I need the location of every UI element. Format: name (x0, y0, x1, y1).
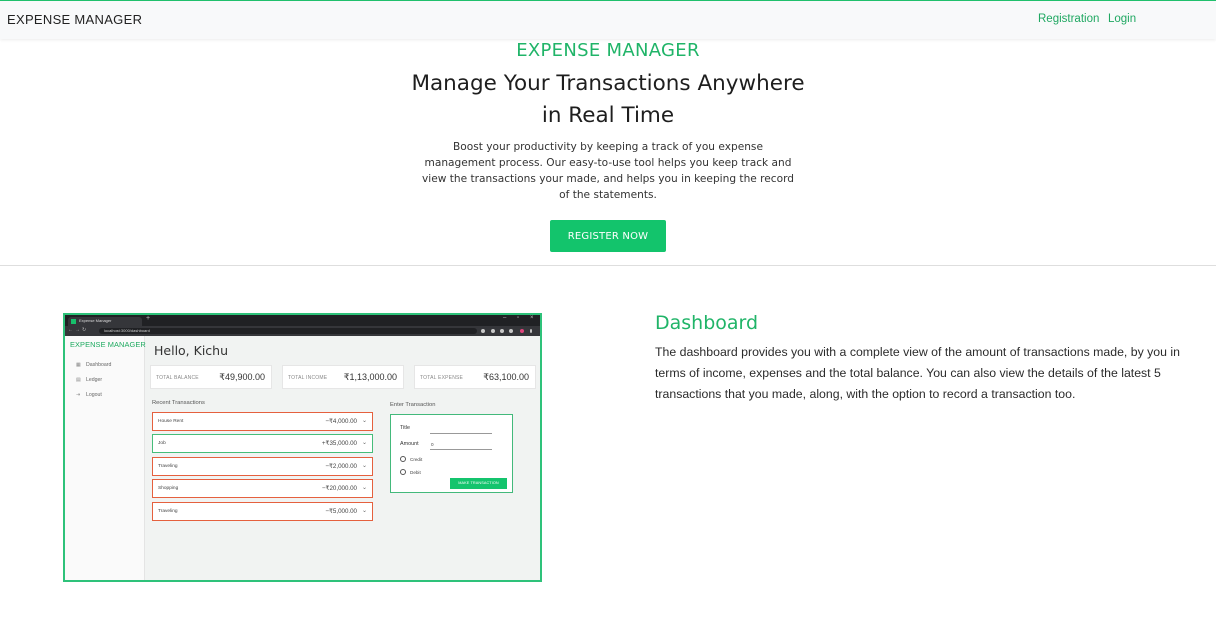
logout-icon: ⇥ (76, 392, 81, 398)
transaction-item: House Rent −₹4,000.00 ⌄ (152, 412, 373, 431)
close-icon: × (530, 315, 534, 321)
sidebar-item-label: Logout (86, 392, 102, 398)
transaction-amount: −₹4,000.00 (325, 418, 357, 425)
stat-label: TOTAL INCOME (288, 375, 328, 381)
sidebar-item-ledger: ▤ Ledger (76, 377, 102, 383)
transaction-item: Job +₹35,000.00 ⌄ (152, 434, 373, 453)
section-divider (0, 265, 1216, 266)
menu-icon (530, 329, 532, 333)
sidebar-item-logout: ⇥ Logout (76, 392, 102, 398)
make-transaction-button: MAKE TRANSACTION (450, 478, 507, 489)
transaction-title: Job (158, 441, 166, 446)
stat-total-balance: TOTAL BALANCE ₹49,900.00 (150, 365, 272, 389)
top-navbar: EXPENSE MANAGER Registration Login (0, 0, 1216, 39)
new-tab-icon: + (146, 315, 151, 322)
recent-transactions-title: Recent Transactions (152, 400, 205, 406)
credit-radio-label: Credit (410, 457, 423, 462)
chevron-down-icon: ⌄ (361, 485, 367, 491)
chevron-down-icon: ⌄ (361, 440, 367, 446)
title-label: Title (400, 425, 410, 431)
register-now-button[interactable]: REGISTER NOW (550, 220, 666, 252)
extension-icon (509, 329, 513, 333)
greeting: Hello, Kichu (154, 343, 229, 358)
dashboard-section-description: The dashboard provides you with a comple… (655, 345, 1180, 401)
browser-nav-icons: ←→↻ (68, 327, 89, 333)
transaction-item: Traveling −₹5,000.00 ⌄ (152, 502, 373, 521)
amount-label: Amount (400, 441, 419, 447)
transaction-form: Title Amount 0 Credit Debit MAKE TRANSAC… (390, 414, 513, 493)
transaction-item: Shopping −₹20,000.00 ⌄ (152, 479, 373, 498)
stat-value: ₹49,900.00 (219, 372, 265, 382)
stat-total-income: TOTAL INCOME ₹1,13,000.00 (282, 365, 404, 389)
ledger-icon: ▤ (76, 377, 81, 383)
sidebar-item-dashboard: ▦ Dashboard (76, 362, 111, 368)
browser-tab: Expense Manager (68, 317, 142, 326)
dashboard-section-title: Dashboard (655, 312, 759, 334)
sidebar-item-label: Ledger (86, 377, 103, 383)
app-sidebar: EXPENSE MANAGER ▦ Dashboard ▤ Ledger ⇥ Logo… (65, 336, 146, 580)
stat-value: ₹63,100.00 (483, 372, 529, 382)
chevron-down-icon: ⌄ (361, 463, 367, 469)
credit-radio (400, 456, 406, 462)
favicon-icon (71, 319, 76, 324)
stat-label: TOTAL EXPENSE (420, 375, 464, 381)
browser-url: localhost:3000/dashboard (99, 328, 477, 334)
dashboard-screenshot: Expense Manager + – ▫ × ←→↻ localhost:30… (63, 313, 542, 582)
amount-input (430, 449, 492, 450)
chevron-down-icon: ⌄ (361, 508, 367, 514)
app-brand: EXPENSE MANAGER (70, 340, 146, 349)
maximize-icon: ▫ (517, 315, 520, 321)
transaction-amount: +₹35,000.00 (321, 440, 357, 447)
dashboard-icon: ▦ (76, 362, 81, 368)
extension-icon (491, 329, 495, 333)
debit-radio (400, 469, 406, 475)
nav-link-login[interactable]: Login (1108, 13, 1136, 25)
stat-value: ₹1,13,000.00 (343, 372, 397, 382)
minimize-icon: – (503, 315, 507, 321)
transaction-item: Traveling −₹2,000.00 ⌄ (152, 457, 373, 476)
debit-radio-label: Debit (410, 470, 421, 475)
transaction-title: House Rent (158, 419, 184, 424)
sidebar-item-label: Dashboard (86, 362, 112, 368)
stat-total-expense: TOTAL EXPENSE ₹63,100.00 (414, 365, 536, 389)
transaction-amount: −₹2,000.00 (325, 463, 357, 470)
title-input (430, 433, 492, 434)
browser-address-bar: ←→↻ localhost:3000/dashboard (65, 326, 540, 336)
stat-label: TOTAL BALANCE (156, 375, 199, 381)
app-main: Hello, Kichu TOTAL BALANCE ₹49,900.00 TO… (146, 336, 540, 580)
transaction-amount: −₹20,000.00 (321, 485, 357, 492)
transaction-title: Traveling (158, 464, 178, 469)
browser-tab-title: Expense Manager (79, 318, 112, 323)
enter-transaction-title: Enter Transaction (390, 402, 436, 408)
profile-icon (520, 329, 524, 333)
hero-title: Manage Your Transactions Anywhere in Rea… (411, 71, 805, 128)
browser-tab-strip: Expense Manager + – ▫ × (65, 315, 540, 326)
nav-link-registration[interactable]: Registration (1038, 13, 1099, 25)
extension-icon (481, 329, 485, 333)
amount-value: 0 (431, 442, 434, 447)
hero-tagline: EXPENSE MANAGER (516, 40, 700, 61)
chevron-down-icon: ⌄ (361, 418, 367, 424)
extension-icon (500, 329, 504, 333)
navbar-brand[interactable]: EXPENSE MANAGER (7, 12, 142, 27)
hero-description: Boost your productivity by keeping a tra… (421, 141, 795, 201)
transaction-amount: −₹5,000.00 (325, 508, 357, 515)
transaction-title: Shopping (158, 486, 179, 491)
transaction-title: Traveling (158, 509, 178, 514)
